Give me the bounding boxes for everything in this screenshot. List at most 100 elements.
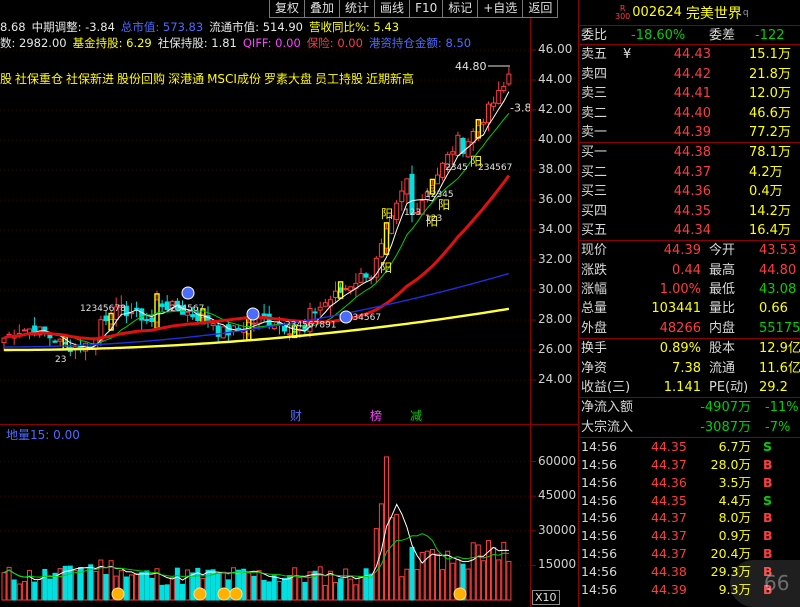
toolbar-button-7[interactable]: 返回 xyxy=(522,0,559,18)
order-book-row[interactable]: 买二 44.37 4.2万 xyxy=(579,163,800,182)
tick-price: 44.38 xyxy=(651,563,687,579)
buy-order-book: 买一 44.38 78.1万 买二 44.37 4.2万 买三 44.36 0.4万 买四 44.3… xyxy=(579,143,800,242)
order-price: 44.43 xyxy=(673,47,711,63)
tick-volume: 28.0万 xyxy=(710,457,751,472)
volume-bar xyxy=(496,559,502,601)
volume-bar xyxy=(399,576,405,601)
quote-value: 44.80 xyxy=(759,262,797,278)
fundamental-value: 12.9亿 xyxy=(759,341,800,357)
fundamental-label: 股本 xyxy=(709,341,736,357)
quote-value: 103441 xyxy=(651,301,701,317)
toolbar-button-0[interactable]: 复权 xyxy=(269,0,306,18)
fundamental-row: 收益(三) 1.141 PE(动) 29.2 xyxy=(579,378,800,397)
quote-label: 外盘 xyxy=(581,320,608,336)
tick-price: 44.39 xyxy=(651,581,687,597)
order-volume: 14.2万 xyxy=(749,203,791,219)
candle-body xyxy=(506,73,512,85)
flow-percent: -11% xyxy=(765,400,799,416)
row1-item-3: 流通市值: 514.90 xyxy=(209,20,303,34)
volume-bar xyxy=(164,584,170,601)
volume-bar xyxy=(404,568,410,601)
volume-bar xyxy=(506,560,512,601)
price-axis-label: 34.00 xyxy=(538,222,573,236)
order-book-row[interactable]: 卖五 ¥44.43 15.1万 xyxy=(579,45,800,64)
order-price: 44.37 xyxy=(673,164,711,180)
order-book-row[interactable]: 卖四 44.42 21.8万 xyxy=(579,65,800,84)
order-level-label: 买四 xyxy=(581,203,608,219)
order-mark: ¥ xyxy=(623,47,632,63)
order-volume: 16.4万 xyxy=(749,222,791,238)
sell-order-book: 卖五 ¥44.43 15.1万 卖四 44.42 21.8万 卖三 44.41 12.0万 卖二 4… xyxy=(579,45,800,144)
order-level-label: 买一 xyxy=(581,145,608,161)
order-book-row[interactable]: 卖三 44.41 12.0万 xyxy=(579,84,800,103)
tick-time: 14:56 xyxy=(581,563,618,579)
sequence-count-label: 234567 xyxy=(170,304,204,314)
order-book-row[interactable]: 买四 44.35 14.2万 xyxy=(579,202,800,221)
volume-axis-label: 45000 xyxy=(538,488,577,503)
toolbar-button-4[interactable]: F10 xyxy=(409,0,444,18)
quote-row: 涨跌 0.44 最高 44.80 xyxy=(579,261,800,280)
volume-bar xyxy=(358,576,364,601)
volume-unit-label[interactable]: X10 xyxy=(532,590,560,605)
quote-row: 外盘 48266 内盘 55175 xyxy=(579,319,800,338)
order-level-label: 卖二 xyxy=(581,105,608,121)
toolbar-button-1[interactable]: 叠加 xyxy=(304,0,341,18)
chart-toolbar: 复权 叠加 统计 画线 F10 标记 +自选 返回 xyxy=(269,0,559,18)
tick-price: 44.37 xyxy=(651,528,687,544)
price-axis-label: 24.00 xyxy=(538,372,573,386)
volume-bar xyxy=(256,570,262,601)
candle-body xyxy=(52,340,58,343)
row1-item-1: 中期调整: -3.84 xyxy=(31,20,115,34)
order-level-label: 买二 xyxy=(581,164,608,180)
order-book-row[interactable]: 卖二 44.40 46.6万 xyxy=(579,104,800,123)
tick-volume: 8.0万 xyxy=(718,510,751,526)
volume-bar xyxy=(419,552,425,601)
order-book-row[interactable]: 买五 44.34 16.4万 xyxy=(579,221,800,240)
candlestick-chart[interactable]: 44.80-3.8阳阳阳阳阳12345678123451232345671234… xyxy=(0,40,578,425)
order-book-row[interactable]: 买三 44.36 0.4万 xyxy=(579,182,800,201)
volume-signal-icon xyxy=(193,587,207,601)
quote-row: 现价 44.39 今开 43.53 xyxy=(579,241,800,260)
tick-time: 14:56 xyxy=(581,457,618,472)
stock-flag: q xyxy=(742,7,749,18)
tick-time: 14:56 xyxy=(581,474,618,490)
volume-signal-icon xyxy=(217,587,231,601)
stock-header: R 300 002624 完美世界 q xyxy=(579,0,800,26)
volume-bar xyxy=(261,579,267,601)
candle-body xyxy=(450,151,456,155)
quote-label: 最低 xyxy=(709,282,736,298)
order-level-label: 买三 xyxy=(581,184,608,200)
tick-time: 14:56 xyxy=(581,492,618,508)
tick-price: 44.37 xyxy=(651,545,687,561)
candle-body xyxy=(134,307,140,310)
stock-name: 完美世界 xyxy=(685,5,742,22)
price-axis-label: 42.00 xyxy=(538,102,573,116)
volume-bar xyxy=(409,546,415,601)
toolbar-button-2[interactable]: 统计 xyxy=(339,0,376,18)
volume-signal-icon xyxy=(229,587,243,601)
quote-stats: 现价 44.39 今开 43.53 涨跌 0.44 最高 44.80 涨幅 1.00% 最低 43.0… xyxy=(579,241,800,340)
quote-value: 43.08 xyxy=(759,282,797,298)
order-book-row[interactable]: 卖一 44.39 77.2万 xyxy=(579,123,800,142)
high-price-label: 44.80 xyxy=(455,60,487,73)
volume-signal-icon xyxy=(453,587,467,601)
volume-bar xyxy=(435,553,440,601)
candle-body xyxy=(491,102,497,107)
tick-side: B xyxy=(763,528,773,544)
watermark: 66 xyxy=(730,560,800,607)
volume-bar xyxy=(373,528,379,601)
row1-item-0: 8.68 xyxy=(0,20,26,34)
order-book-row[interactable]: 买一 44.38 78.1万 xyxy=(579,143,800,162)
tick-side: B xyxy=(763,457,773,472)
weibi-row: 委比 -18.60% 委差 -122 xyxy=(579,26,800,46)
toolbar-button-5[interactable]: 标记 xyxy=(442,0,479,18)
volume-chart[interactable] xyxy=(0,440,578,607)
indicator-row-1: 8.68 中期调整: -3.84 总市值: 573.83 流通市值: 514.90 营收… xyxy=(0,19,405,35)
volume-bar xyxy=(32,581,38,601)
toolbar-button-6[interactable]: +自选 xyxy=(477,0,524,18)
tick-time: 14:56 xyxy=(581,545,618,561)
yang-marker: 阳 xyxy=(438,198,450,212)
volume-bar xyxy=(338,578,344,601)
toolbar-button-3[interactable]: 画线 xyxy=(374,0,411,18)
quote-row: 总量 103441 量比 0.66 xyxy=(579,299,800,318)
